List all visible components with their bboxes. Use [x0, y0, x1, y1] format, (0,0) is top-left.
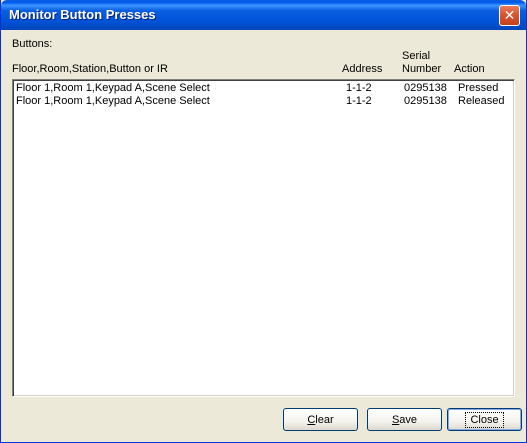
save-button-label: Save: [391, 413, 418, 426]
close-icon: ✕: [503, 7, 516, 23]
title-bar[interactable]: Monitor Button Presses ✕: [1, 0, 526, 30]
row-serial: 0295138: [404, 82, 447, 94]
row-action: Released: [458, 95, 505, 107]
column-header-serial-line2: Number: [402, 63, 442, 75]
close-button-label: Close: [465, 411, 504, 428]
list-item[interactable]: Floor 1,Room 1,Keypad A,Scene Select 1-1…: [13, 95, 514, 108]
column-header-address: Address: [342, 63, 383, 75]
list-item[interactable]: Floor 1,Room 1,Keypad A,Scene Select 1-1…: [13, 82, 514, 95]
button-presses-list[interactable]: Floor 1,Room 1,Keypad A,Scene Select 1-1…: [12, 79, 515, 397]
row-address: 1-1-2: [346, 82, 372, 94]
clear-button[interactable]: Clear: [283, 408, 358, 431]
row-action: Pressed: [458, 82, 499, 94]
column-header-action: Action: [454, 63, 485, 75]
column-header-name: Floor,Room,Station,Button or IR: [12, 63, 168, 75]
window-title: Monitor Button Presses: [9, 7, 156, 22]
buttons-label: Buttons:: [12, 38, 53, 50]
save-button[interactable]: Save: [367, 408, 442, 431]
row-name: Floor 1,Room 1,Keypad A,Scene Select: [16, 82, 210, 94]
close-button[interactable]: Close: [447, 408, 522, 431]
row-address: 1-1-2: [346, 95, 372, 107]
row-serial: 0295138: [404, 95, 447, 107]
monitor-button-presses-window: Monitor Button Presses ✕ Buttons: Floor,…: [0, 0, 527, 443]
close-window-button[interactable]: ✕: [499, 5, 520, 26]
row-name: Floor 1,Room 1,Keypad A,Scene Select: [16, 95, 210, 107]
column-header-serial-line1: Serial: [402, 50, 431, 62]
clear-button-label: Clear: [307, 413, 334, 426]
